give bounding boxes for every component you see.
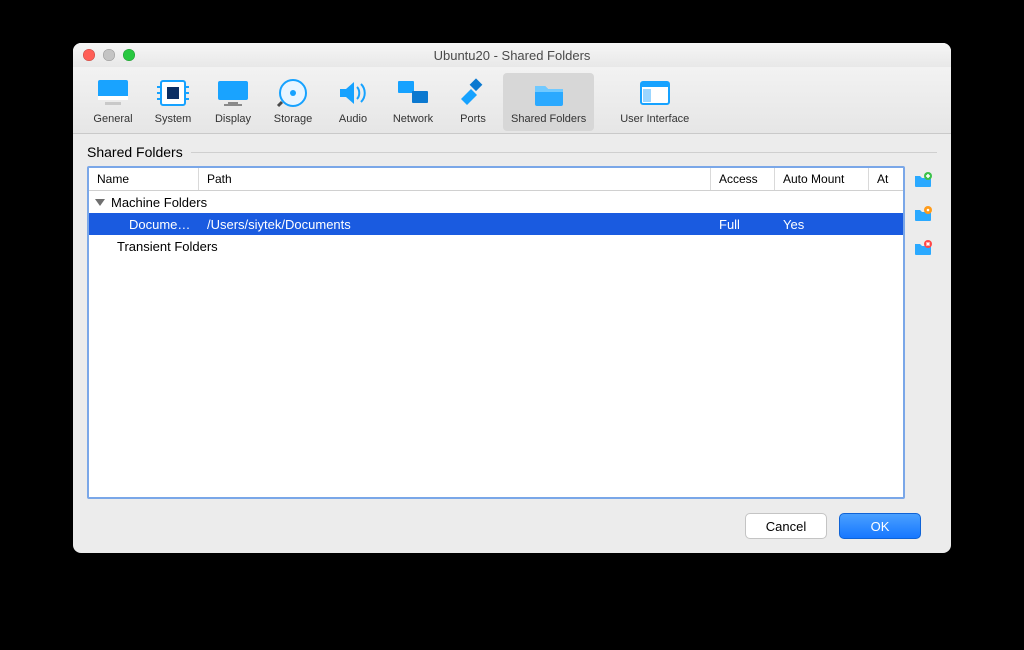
table-header: Name Path Access Auto Mount At: [89, 168, 903, 191]
disk-icon: [275, 77, 311, 109]
col-auto-mount[interactable]: Auto Mount: [775, 168, 869, 190]
window-controls: [83, 49, 135, 61]
row-auto: Yes: [775, 217, 869, 232]
folders-table[interactable]: Name Path Access Auto Mount At Machine F…: [87, 166, 905, 499]
tab-general[interactable]: General: [83, 73, 143, 131]
delete-folder-button[interactable]: [913, 238, 933, 258]
col-path[interactable]: Path: [199, 168, 711, 190]
close-window-button[interactable]: [83, 49, 95, 61]
tab-system-label: System: [155, 113, 192, 125]
add-folder-button[interactable]: [913, 170, 933, 190]
shared-folders-section: Shared Folders Name Path Access Auto Mou…: [73, 134, 951, 553]
col-name[interactable]: Name: [89, 168, 199, 190]
cancel-button[interactable]: Cancel: [745, 513, 827, 539]
tab-general-label: General: [93, 113, 132, 125]
row-name: Documents: [89, 217, 199, 232]
folder-x-icon: [913, 238, 933, 258]
folder-icon: [531, 77, 567, 109]
group-transient-folders[interactable]: Transient Folders: [89, 235, 903, 257]
row-access: Full: [711, 217, 775, 232]
chip-icon: [155, 77, 191, 109]
group-label: Machine Folders: [111, 195, 207, 210]
table-row[interactable]: Documents /Users/siytek/Documents Full Y…: [89, 213, 903, 235]
section-title: Shared Folders: [87, 144, 183, 160]
tab-network[interactable]: Network: [383, 73, 443, 131]
tab-audio[interactable]: Audio: [323, 73, 383, 131]
tab-user-interface[interactable]: User Interface: [612, 73, 697, 131]
edit-folder-button[interactable]: [913, 204, 933, 224]
tab-ports-label: Ports: [460, 113, 486, 125]
folder-gear-icon: [913, 204, 933, 224]
tab-user-interface-label: User Interface: [620, 113, 689, 125]
ok-button[interactable]: OK: [839, 513, 921, 539]
folder-plus-icon: [913, 170, 933, 190]
settings-toolbar: General System Display Storage Audio: [73, 67, 951, 134]
side-actions: [913, 166, 937, 499]
window-title: Ubuntu20 - Shared Folders: [73, 48, 951, 63]
col-access[interactable]: Access: [711, 168, 775, 190]
group-label: Transient Folders: [117, 239, 218, 254]
table-body: Machine Folders Documents /Users/siytek/…: [89, 191, 903, 497]
dialog-footer: Cancel OK: [87, 499, 937, 553]
group-machine-folders[interactable]: Machine Folders: [89, 191, 903, 213]
speaker-icon: [335, 77, 371, 109]
col-at[interactable]: At: [869, 168, 903, 190]
monitor-icon: [95, 77, 131, 109]
ports-icon: [455, 77, 491, 109]
chevron-down-icon: [95, 199, 105, 206]
tab-display-label: Display: [215, 113, 251, 125]
divider: [191, 152, 937, 153]
tab-shared-folders-label: Shared Folders: [511, 113, 586, 125]
tab-system[interactable]: System: [143, 73, 203, 131]
zoom-window-button[interactable]: [123, 49, 135, 61]
tab-display[interactable]: Display: [203, 73, 263, 131]
minimize-window-button[interactable]: [103, 49, 115, 61]
tab-ports[interactable]: Ports: [443, 73, 503, 131]
window-layout-icon: [637, 77, 673, 109]
settings-window: Ubuntu20 - Shared Folders General System…: [73, 43, 951, 553]
tab-audio-label: Audio: [339, 113, 367, 125]
row-path: /Users/siytek/Documents: [199, 217, 711, 232]
network-icon: [395, 77, 431, 109]
tab-storage-label: Storage: [274, 113, 313, 125]
titlebar: Ubuntu20 - Shared Folders: [73, 43, 951, 67]
tab-network-label: Network: [393, 113, 433, 125]
tab-shared-folders[interactable]: Shared Folders: [503, 73, 594, 131]
tab-storage[interactable]: Storage: [263, 73, 323, 131]
display-icon: [215, 77, 251, 109]
